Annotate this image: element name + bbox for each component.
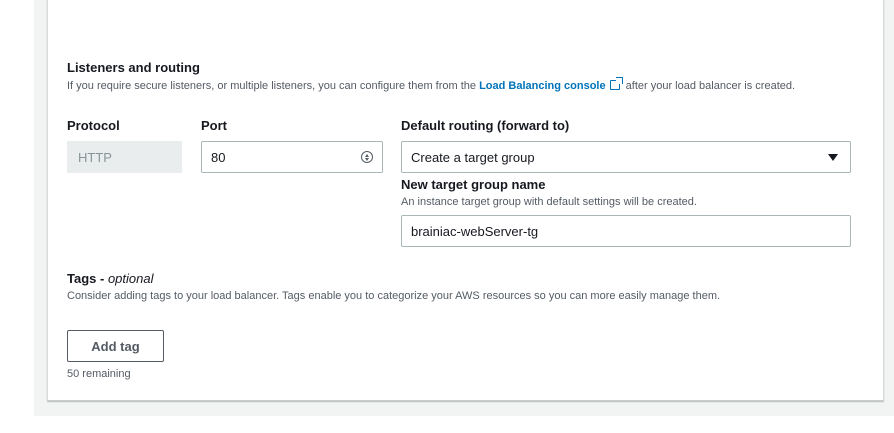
listeners-description: If you require secure listeners, or mult… xyxy=(67,77,857,94)
default-routing-select[interactable]: Create a target group xyxy=(401,141,851,173)
new-target-group-label: New target group name xyxy=(401,177,546,192)
stepper-icon[interactable] xyxy=(361,151,373,163)
routing-selected-value: Create a target group xyxy=(411,150,535,165)
default-routing-label: Default routing (forward to) xyxy=(401,118,570,133)
port-value: 80 xyxy=(211,150,226,165)
desc-text-after: after your load balancer is created. xyxy=(622,80,796,92)
listeners-section-title: Listeners and routing xyxy=(67,60,200,75)
port-input[interactable]: 80 xyxy=(201,141,383,173)
tags-remaining-count: 50 remaining xyxy=(67,368,131,380)
tags-optional-text: optional xyxy=(107,271,154,286)
target-group-name-input[interactable]: brainiac-webServer-tg xyxy=(401,215,851,247)
caret-down-icon[interactable] xyxy=(828,154,838,161)
load-balancing-console-link[interactable]: Load Balancing console xyxy=(479,80,606,92)
desc-text-before: If you require secure listeners, or mult… xyxy=(67,80,480,92)
listeners-card: Listeners and routing If you require sec… xyxy=(47,0,884,401)
tags-title-text: Tags - xyxy=(67,271,108,286)
protocol-label: Protocol xyxy=(67,118,120,133)
add-tag-button[interactable]: Add tag xyxy=(67,330,164,362)
port-label: Port xyxy=(201,118,227,133)
external-link-icon[interactable] xyxy=(609,77,623,90)
new-target-group-description: An instance target group with default se… xyxy=(401,196,697,208)
tags-description: Consider adding tags to your load balanc… xyxy=(67,290,721,302)
target-group-name-value: brainiac-webServer-tg xyxy=(411,224,539,239)
protocol-field: HTTP xyxy=(67,141,182,173)
tags-section-title: Tags - optional xyxy=(67,271,153,286)
protocol-value: HTTP xyxy=(78,150,112,165)
